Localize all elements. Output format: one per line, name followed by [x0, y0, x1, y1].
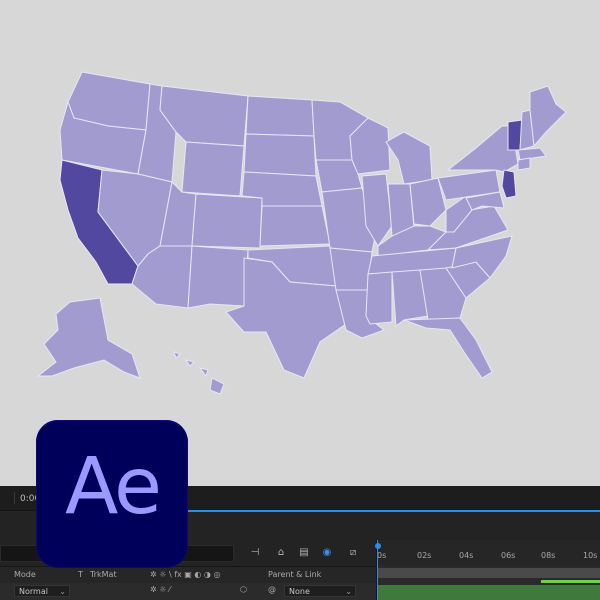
- state-north-dakota[interactable]: [245, 95, 315, 137]
- state-alaska[interactable]: [36, 297, 141, 379]
- state-colorado[interactable]: [191, 193, 263, 249]
- parent-value: None: [289, 587, 310, 596]
- playhead-line: [377, 540, 378, 600]
- pick-whip-icon[interactable]: @: [268, 585, 276, 594]
- ruler-label: 10s: [583, 551, 598, 560]
- logo-text: Ae: [65, 442, 162, 532]
- chevron-down-icon: ⌄: [345, 587, 352, 596]
- blend-mode-dropdown[interactable]: Normal ⌄: [14, 585, 70, 597]
- switches-icons: ✲ ☼ \ fx ▣ ◐ ◑ ◎: [150, 570, 221, 579]
- state-south-dakota[interactable]: [243, 133, 317, 177]
- map-canvas: [0, 0, 600, 486]
- layer-switches-icons[interactable]: ✲ ☼ ⁄: [150, 585, 170, 594]
- layer-bar-highlight: [541, 580, 600, 583]
- motion-blur-icon[interactable]: ◉: [320, 546, 334, 559]
- ruler-label: 0s: [377, 551, 387, 560]
- parent-dropdown[interactable]: None ⌄: [284, 585, 356, 597]
- chevron-down-icon: ⌄: [59, 587, 66, 596]
- header-parent-link[interactable]: Parent & Link: [268, 570, 321, 579]
- header-trkmat[interactable]: TrkMat: [90, 570, 117, 579]
- ruler-label: 08s: [541, 551, 556, 560]
- state-mississippi[interactable]: [365, 271, 393, 325]
- time-ruler[interactable]: 0s 02s 04s 06s 08s 10s: [376, 540, 600, 566]
- after-effects-logo: Ae: [36, 420, 188, 568]
- state-new-jersey[interactable]: [501, 169, 517, 199]
- ruler-label: 06s: [501, 551, 516, 560]
- 3d-layer-icon[interactable]: ⬡: [240, 585, 247, 594]
- timeline-accent-line: [186, 510, 600, 512]
- state-wyoming[interactable]: [181, 141, 245, 197]
- state-arkansas[interactable]: [329, 247, 373, 291]
- frame-blending-icon[interactable]: ▤: [297, 546, 311, 559]
- state-florida[interactable]: [403, 317, 493, 379]
- header-t[interactable]: T: [78, 570, 83, 579]
- playhead-handle[interactable]: [375, 543, 381, 549]
- ruler-label: 04s: [459, 551, 474, 560]
- work-area-bar[interactable]: [377, 568, 600, 578]
- blend-mode-value: Normal: [19, 587, 48, 596]
- divider: [14, 492, 15, 504]
- state-kansas[interactable]: [259, 205, 331, 247]
- state-michigan[interactable]: [385, 131, 433, 185]
- usa-map: [36, 71, 567, 395]
- layer-duration-bar[interactable]: [377, 585, 600, 600]
- timeline-track-area[interactable]: [376, 566, 600, 600]
- state-massachusetts[interactable]: [517, 147, 547, 161]
- composition-flowchart-icon[interactable]: ⊣: [248, 546, 262, 559]
- state-hawaii[interactable]: [173, 351, 225, 395]
- state-maine[interactable]: [529, 85, 567, 148]
- graph-editor-icon[interactable]: ⧄: [346, 546, 360, 559]
- header-mode[interactable]: Mode: [14, 570, 36, 579]
- state-new-mexico[interactable]: [187, 245, 249, 309]
- ruler-label: 02s: [417, 551, 432, 560]
- state-connecticut[interactable]: [517, 157, 531, 171]
- shy-layers-icon[interactable]: ⌂: [274, 546, 288, 559]
